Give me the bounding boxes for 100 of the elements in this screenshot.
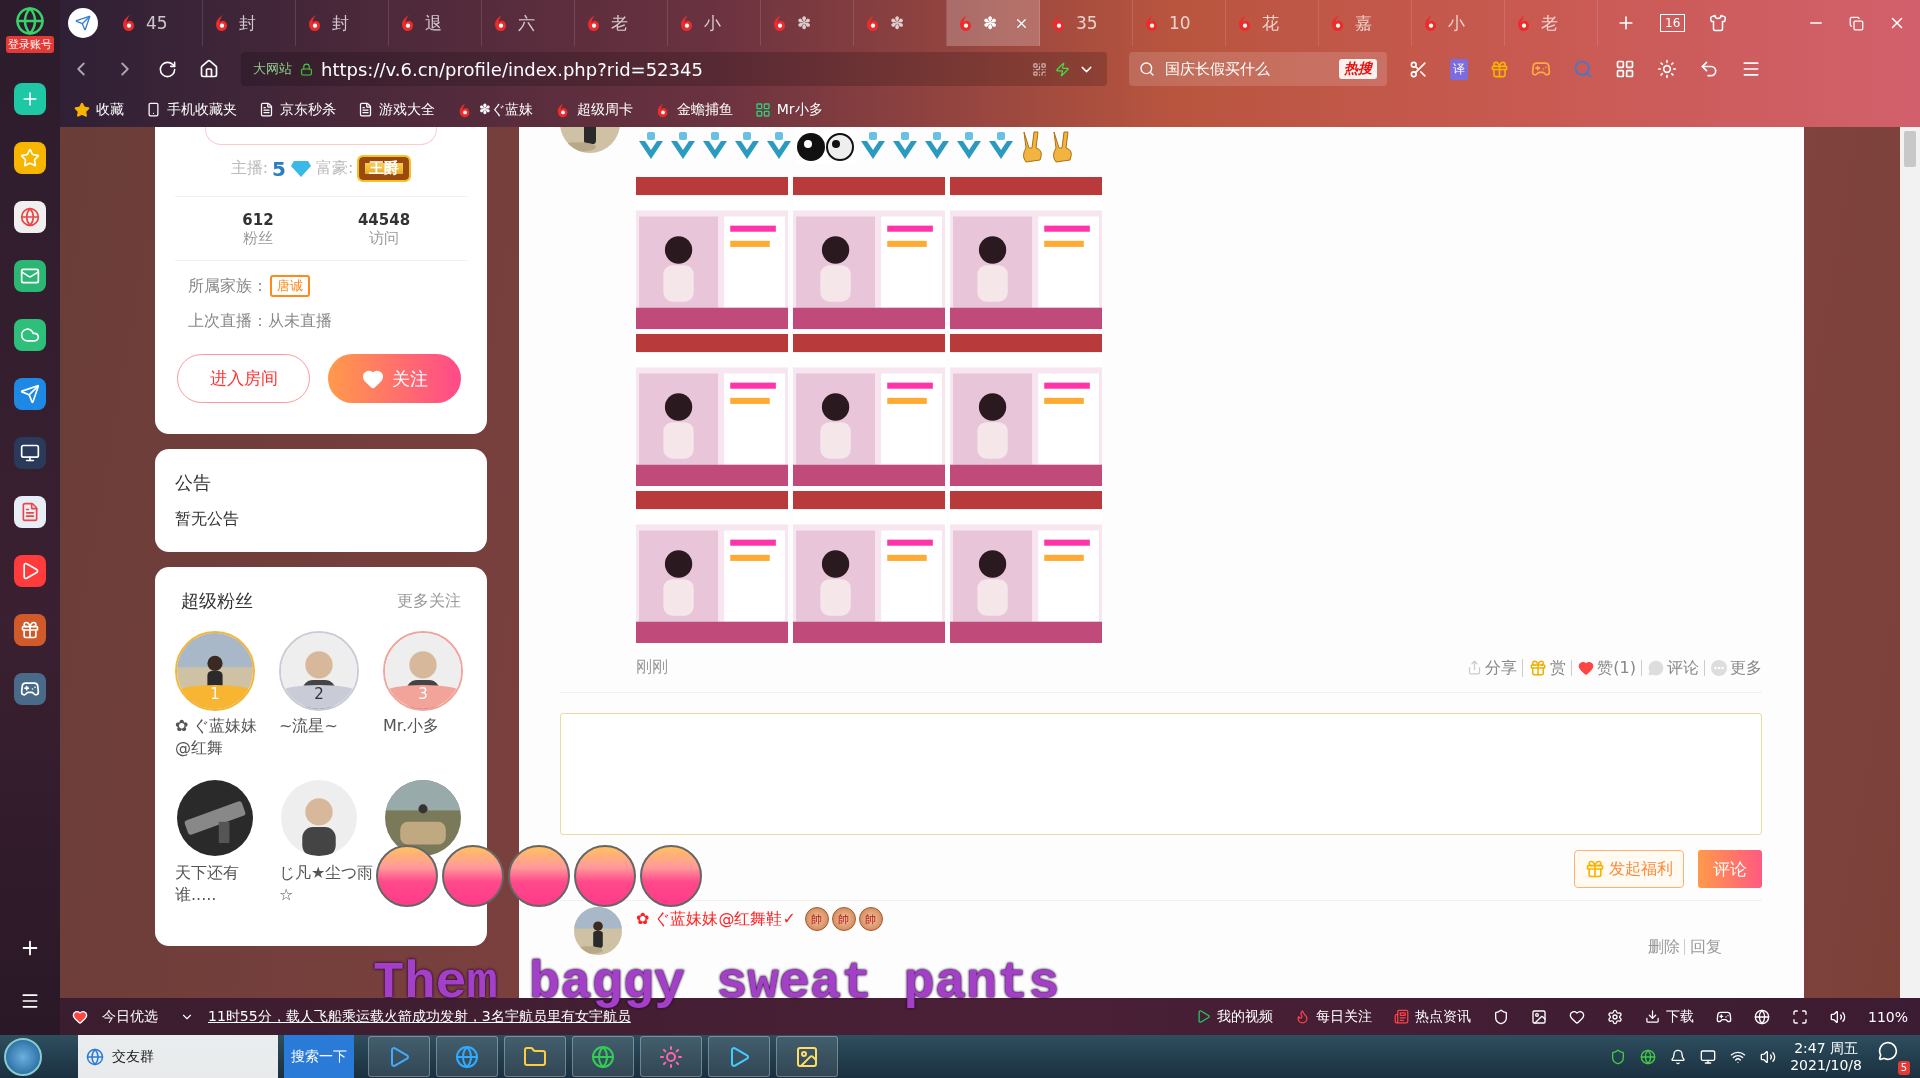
bookmark-link[interactable]: Mr小多 — [754, 100, 823, 119]
search-bar[interactable]: 国庆长假买什么 热搜 — [1129, 52, 1387, 86]
start-button[interactable] — [4, 1037, 42, 1076]
skin-icon[interactable] — [1709, 14, 1728, 32]
bookmark-link[interactable]: 京东秒杀 — [259, 100, 336, 119]
bookmark-link[interactable]: ✽ぐ蓝妹 — [457, 100, 533, 119]
fan-name[interactable]: ~流星~ — [279, 715, 338, 737]
qr-code-icon[interactable] — [1032, 61, 1047, 77]
heart-outline-icon[interactable] — [1568, 1008, 1585, 1025]
fan-name[interactable]: ✿ ぐ蓝妹妹@红舞 — [175, 715, 271, 759]
enter-room-button[interactable]: 进入房间 — [177, 354, 310, 403]
bell-icon[interactable] — [1670, 1048, 1687, 1065]
fan-name[interactable]: じ凡★尘つ雨☆ — [279, 862, 375, 906]
scrollbar[interactable] — [1900, 127, 1920, 998]
taskbar-app-icon[interactable] — [368, 1036, 430, 1077]
taskbar-app-icon[interactable] — [776, 1036, 838, 1077]
restore-icon[interactable] — [1849, 15, 1864, 31]
shield-icon[interactable] — [1610, 1048, 1627, 1065]
settings-icon[interactable] — [1606, 1008, 1623, 1025]
volume-icon[interactable] — [1760, 1048, 1777, 1065]
daily-picks-link[interactable]: 今日优选 — [102, 1007, 158, 1026]
commenter-name[interactable]: ✿ ぐ蓝妹妹@红舞鞋✓ — [636, 908, 796, 930]
bookmark-link[interactable]: 金蟾捕鱼 — [654, 100, 733, 119]
undo-icon[interactable] — [1699, 59, 1719, 79]
news-link[interactable]: 11时55分，载人飞船乘运载火箭成功发射，3名宇航员里有女宇航员 — [208, 1007, 631, 1026]
bookmark-link[interactable]: 游戏大全 — [358, 100, 435, 119]
browser-tab[interactable]: 35 — [1040, 0, 1133, 46]
status-link[interactable]: 每日关注 — [1294, 1007, 1372, 1026]
clock-date[interactable]: 2021/10/8 — [1790, 1056, 1862, 1074]
menu-icon[interactable] — [20, 991, 40, 1011]
post-action[interactable]: 赏 — [1522, 658, 1567, 677]
taskbar-app-icon[interactable] — [436, 1036, 498, 1077]
taskbar-app-icon[interactable] — [708, 1036, 770, 1077]
fan-avatar[interactable]: 2 — [279, 631, 359, 711]
volume-icon[interactable] — [1829, 1008, 1846, 1025]
post-action[interactable]: 评论 — [1641, 659, 1699, 676]
taskbar-app-icon[interactable] — [504, 1036, 566, 1077]
browser-tab[interactable]: 封 — [203, 0, 296, 46]
taskbar-app-icon[interactable] — [572, 1036, 634, 1077]
bookmark-link[interactable]: 手机收藏夹 — [146, 100, 237, 119]
hot-search-link[interactable]: 热搜 — [1339, 59, 1377, 79]
document-app-icon[interactable] — [14, 496, 46, 528]
shield-icon[interactable] — [1492, 1008, 1509, 1025]
fullscreen-icon[interactable] — [1791, 1008, 1808, 1025]
translate-button[interactable]: 译 — [1450, 58, 1468, 80]
search-button[interactable]: 搜索一下 — [284, 1035, 354, 1078]
post-action[interactable]: 分享 — [1461, 659, 1518, 676]
send-app-icon[interactable] — [14, 378, 46, 410]
notification-button[interactable]: 5 — [1876, 1038, 1910, 1075]
gift-app-icon[interactable] — [14, 614, 46, 646]
browser-tab[interactable]: 45 — [110, 0, 203, 46]
play-app-icon[interactable] — [14, 555, 46, 587]
zoom-level[interactable]: 110% — [1867, 1008, 1908, 1025]
browser-tab[interactable]: ✽ — [854, 0, 947, 46]
cloud-app-icon[interactable] — [14, 319, 46, 351]
share-icon — [1467, 660, 1483, 675]
gamepad-app-icon[interactable] — [14, 673, 46, 705]
browser-tab[interactable]: ✽ — [947, 0, 1040, 46]
monitor-app-icon[interactable] — [14, 437, 46, 469]
home-icon[interactable] — [199, 59, 219, 79]
reload-icon[interactable] — [158, 59, 177, 79]
search-field[interactable]: 国庆长假买什么 — [1163, 59, 1331, 79]
navigation-button[interactable] — [68, 8, 98, 38]
network-icon[interactable] — [1700, 1048, 1717, 1065]
fan-name[interactable]: 天下还有谁..... — [175, 862, 271, 906]
globe-icon[interactable] — [1640, 1048, 1657, 1065]
scissors-icon[interactable] — [1409, 59, 1428, 79]
status-link[interactable]: 热点资讯 — [1393, 1007, 1471, 1026]
taskbar-app-icon[interactable] — [640, 1036, 702, 1077]
browser-tab[interactable]: 六 — [482, 0, 575, 46]
bookmark-link[interactable]: 超级周卡 — [554, 100, 633, 119]
lightning-icon[interactable] — [1055, 61, 1070, 77]
post-action[interactable]: 更多 — [1704, 659, 1762, 676]
mail-app-icon[interactable] — [14, 260, 46, 292]
browser-tab[interactable]: 老 — [575, 0, 668, 46]
globe-app-icon[interactable] — [14, 201, 46, 233]
download-link[interactable]: 下载 — [1644, 1007, 1694, 1026]
comment-field[interactable] — [560, 713, 1762, 835]
browser-tab[interactable]: 花 — [1226, 0, 1319, 46]
login-button[interactable]: 登录账号 — [6, 36, 54, 53]
clock-time[interactable]: 2:47 周五 — [1794, 1039, 1859, 1057]
post-action[interactable]: 赞(1) — [1571, 659, 1636, 676]
browser-tab[interactable]: 小 — [668, 0, 761, 46]
status-link[interactable]: 我的视频 — [1195, 1007, 1273, 1026]
taskbar-search-field[interactable]: 交友群 — [78, 1035, 278, 1078]
fan-name[interactable]: Mr.小多 — [383, 715, 439, 737]
browser-tab[interactable]: 10 — [1133, 0, 1226, 46]
browser-tab[interactable]: 嘉 — [1319, 0, 1412, 46]
browser-tab[interactable]: 封 — [296, 0, 389, 46]
star-app-icon[interactable] — [14, 142, 46, 174]
user-avatar[interactable] — [574, 907, 622, 955]
browser-tab[interactable]: ✽ — [761, 0, 854, 46]
brightness-icon[interactable] — [1657, 59, 1677, 79]
address-field[interactable]: 大网站 https://v.6.cn/profile/index.php?rid=52345 — [241, 52, 1107, 86]
plus-app-icon[interactable] — [14, 83, 46, 115]
browser-tab[interactable]: 退 — [389, 0, 482, 46]
image-icon[interactable] — [1530, 1008, 1547, 1025]
tab-count[interactable]: 16 — [1660, 14, 1686, 32]
grid-icon[interactable] — [1615, 59, 1635, 79]
bookmark-link[interactable]: 收藏 — [74, 100, 124, 119]
